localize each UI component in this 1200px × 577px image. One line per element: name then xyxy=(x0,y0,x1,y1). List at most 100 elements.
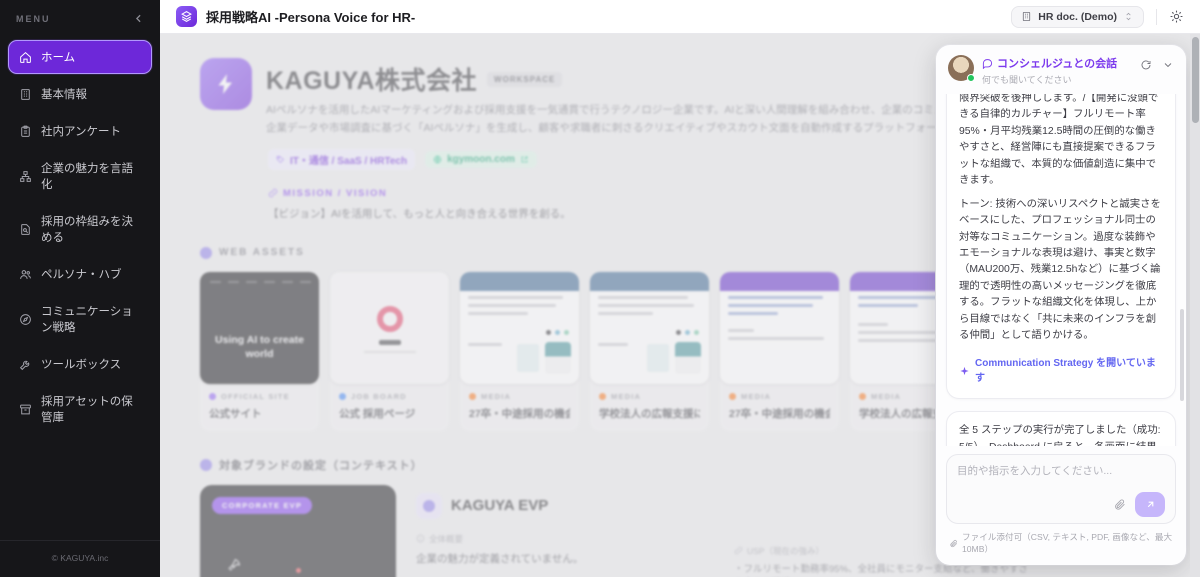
content-area: KAGUYA株式会社 WORKSPACE AIペルソナを活用したAIマーケティン… xyxy=(160,34,1200,577)
sidebar-item-label: ペルソナ・ハブ xyxy=(41,269,122,281)
site-thumbnail xyxy=(330,271,449,384)
doc-selector[interactable]: HR doc. (Demo) xyxy=(1011,5,1144,28)
section-dot-icon xyxy=(200,458,212,471)
category-dot-icon xyxy=(859,392,866,400)
assistant-message: 全 5 ステップの実行が完了しました（成功: 5/5）。Dashboard に戻… xyxy=(946,411,1176,446)
send-button[interactable] xyxy=(1135,492,1165,517)
sidebar-item-asset-storage[interactable]: 採用アセットの保管庫 xyxy=(8,384,152,434)
chevrons-up-down-icon xyxy=(1126,12,1131,21)
arrow-up-right-icon xyxy=(1147,501,1153,508)
sidebar-item-label: 採用の枠組みを決める xyxy=(41,216,133,244)
rocket-icon xyxy=(226,557,242,573)
building-icon xyxy=(21,88,30,100)
assistant-message: 限界突破を後押しします。/【開発に没頭できる自律的カルチャー】フルリモート率95… xyxy=(946,94,1176,400)
chevron-down-icon xyxy=(1164,63,1172,68)
sidebar-item-persona-hub[interactable]: ペルソナ・ハブ xyxy=(8,257,152,291)
sidebar-item-communication-strategy[interactable]: コミュニケーション戦略 xyxy=(8,294,152,344)
sidebar-item-label: 社内アンケート xyxy=(41,126,122,138)
category-dot-icon xyxy=(469,392,476,400)
asset-card-official-site[interactable]: Using AI to create world OFFICIAL SITE 公… xyxy=(200,271,319,431)
chat-input-box xyxy=(946,454,1176,524)
site-thumbnail: Using AI to create world xyxy=(200,271,319,384)
doc-selector-label: HR doc. (Demo) xyxy=(1038,10,1117,23)
corporate-evp-badge: CORPORATE EVP xyxy=(212,496,313,514)
page-scrollbar[interactable] xyxy=(1190,34,1200,577)
wrench-icon xyxy=(19,360,30,370)
paperclip-icon xyxy=(1115,499,1125,510)
chat-bubble-icon xyxy=(982,58,993,69)
info-icon xyxy=(416,534,425,543)
sidebar-item-basic-info[interactable]: 基本情報 xyxy=(8,77,152,111)
site-thumbnail xyxy=(590,271,709,384)
chat-subtitle: 何でも聞いてください xyxy=(982,75,1072,85)
menu-label: MENU xyxy=(16,14,51,24)
page-title: 採用戦略AI -Persona Voice for HR- xyxy=(206,10,416,25)
doc-search-icon xyxy=(21,223,30,235)
evp-icon xyxy=(416,492,442,519)
concierge-chat-panel: コンシェルジュとの会話 何でも聞いてください 限界突破を後押しします。/【開発に… xyxy=(936,45,1186,565)
attach-file-button[interactable] xyxy=(1113,498,1126,511)
chat-input[interactable] xyxy=(957,463,1165,487)
app-logo xyxy=(176,6,197,27)
link-icon xyxy=(268,188,278,198)
refresh-icon xyxy=(1141,60,1151,70)
sidebar-item-label: 企業の魅力を言語化 xyxy=(41,163,133,191)
industry-tag: IT・通信 / SaaS / HRTech xyxy=(268,148,416,170)
divider xyxy=(1156,8,1157,25)
asset-card-media-1[interactable]: MEDIA 27卒・中途採用の機会... xyxy=(460,271,579,431)
asset-card-media-3[interactable]: MEDIA 27卒・中途採用の機会... xyxy=(720,271,839,431)
asset-card-media-2[interactable]: MEDIA 学校法人の広報支援に... xyxy=(590,271,709,431)
sidebar-collapse-button[interactable] xyxy=(132,12,146,26)
evp-title: KAGUYA EVP xyxy=(451,497,549,514)
page-scrollbar-thumb[interactable] xyxy=(1191,37,1199,123)
sidebar: MENU ホーム 基本情報 社内アンケート 企業の魅力を言語化 採用の枠組みを決… xyxy=(0,0,160,577)
chat-scrollbar[interactable] xyxy=(1180,308,1184,401)
sidebar-item-home[interactable]: ホーム xyxy=(8,40,152,74)
settings-button[interactable] xyxy=(1169,9,1184,24)
archive-icon xyxy=(20,404,31,414)
chat-collapse-button[interactable] xyxy=(1162,59,1174,71)
sidebar-item-toolbox[interactable]: ツールボックス xyxy=(8,347,152,381)
site-thumbnail xyxy=(460,271,579,384)
main-area: 採用戦略AI -Persona Voice for HR- HR doc. (D… xyxy=(160,0,1200,577)
sitemap-icon xyxy=(20,170,31,182)
sidebar-item-survey[interactable]: 社内アンケート xyxy=(8,114,152,148)
building-small-icon xyxy=(1023,11,1031,22)
globe-icon xyxy=(433,155,442,164)
online-status-dot xyxy=(967,74,975,82)
chat-refresh-button[interactable] xyxy=(1140,59,1152,71)
category-dot-icon xyxy=(209,392,216,400)
chat-title: コンシェルジュとの会話 xyxy=(997,58,1118,70)
clipboard-icon xyxy=(21,125,30,137)
site-thumbnail xyxy=(720,271,839,384)
corporate-evp-card[interactable]: CORPORATE EVP KAGUYA xyxy=(200,484,396,577)
paperclip-icon xyxy=(950,539,958,547)
sparkle-icon xyxy=(960,366,969,376)
compass-icon xyxy=(20,313,31,325)
attachment-note: ファイル添付可（CSV, テキスト, PDF, 画像など、最大10MB） xyxy=(936,524,1186,565)
workspace-logo xyxy=(200,58,252,110)
home-icon xyxy=(20,51,31,63)
domain-link[interactable]: kgymoon.com xyxy=(425,150,537,168)
sidebar-item-label: コミュニケーション戦略 xyxy=(41,306,133,334)
external-link-icon xyxy=(521,156,528,162)
tag-icon xyxy=(276,155,285,163)
sidebar-item-label: ホーム xyxy=(41,52,76,64)
logo-accent-dot xyxy=(296,567,301,573)
section-dot-icon xyxy=(200,246,212,259)
chat-header: コンシェルジュとの会話 何でも聞いてください xyxy=(936,45,1186,94)
sidebar-item-hiring-framework[interactable]: 採用の枠組みを決める xyxy=(8,204,152,254)
open-strategy-link[interactable]: Communication Strategy を開いています xyxy=(959,356,1163,388)
sidebar-copyright: © KAGUYA.inc xyxy=(0,540,160,577)
app-window: MENU ホーム 基本情報 社内アンケート 企業の魅力を言語化 採用の枠組みを決… xyxy=(0,0,1200,577)
sidebar-item-verbalize-appeal[interactable]: 企業の魅力を言語化 xyxy=(8,151,152,201)
category-dot-icon xyxy=(339,392,346,400)
company-name: KAGUYA株式会社 xyxy=(266,67,478,95)
asset-card-job-board[interactable]: JOB BOARD 公式 採用ページ xyxy=(330,271,449,431)
logo-ring-icon xyxy=(376,305,403,332)
link-icon xyxy=(734,546,743,555)
chat-messages[interactable]: 限界突破を後押しします。/【開発に没頭できる自律的カルチャー】フルリモート率95… xyxy=(936,94,1186,446)
topbar: 採用戦略AI -Persona Voice for HR- HR doc. (D… xyxy=(160,0,1200,34)
workspace-badge: WORKSPACE xyxy=(487,71,563,87)
layers-icon xyxy=(181,11,192,22)
